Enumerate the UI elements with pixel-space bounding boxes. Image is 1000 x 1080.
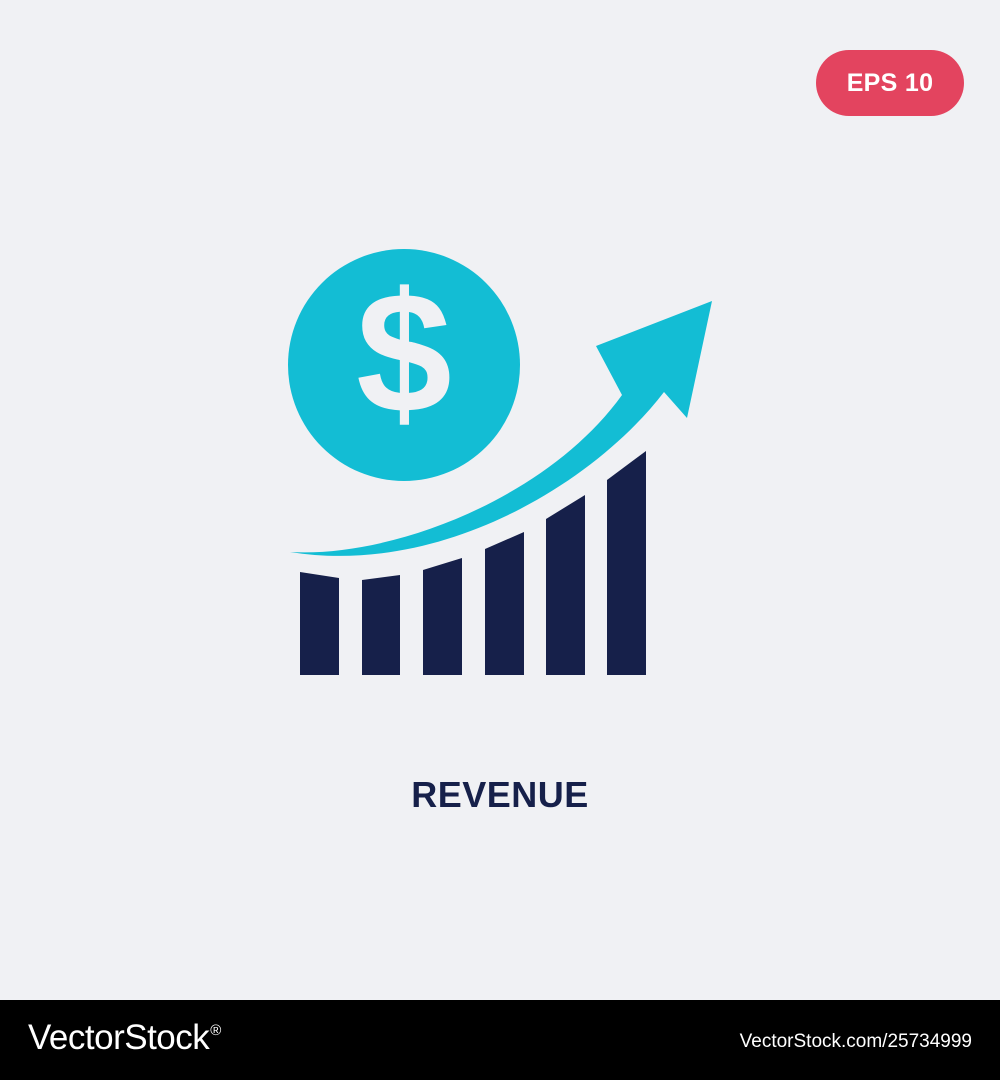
dollar-coin-icon: $ [288,249,520,481]
image-url: VectorStock.com/25734999 [739,1031,972,1052]
icon-caption: REVENUE [411,774,589,815]
image-canvas: EPS 10 $ REVENUE [0,0,1000,1000]
dollar-sign: $ [356,257,452,449]
bar-chart-icon [300,451,646,675]
vectorstock-logo: VectorStock® [28,1018,221,1058]
registered-mark: ® [210,1022,221,1039]
chart-bar-1 [300,572,339,675]
chart-bar-4 [485,532,524,675]
revenue-icon: $ [288,249,712,675]
logo-text: VectorStock [28,1018,210,1057]
chart-bar-5 [546,495,585,675]
chart-bar-6 [607,451,646,675]
chart-bar-2 [362,575,400,675]
chart-bar-3 [423,558,462,675]
watermark-footer: VectorStock® VectorStock.com/25734999 [0,1000,1000,1080]
